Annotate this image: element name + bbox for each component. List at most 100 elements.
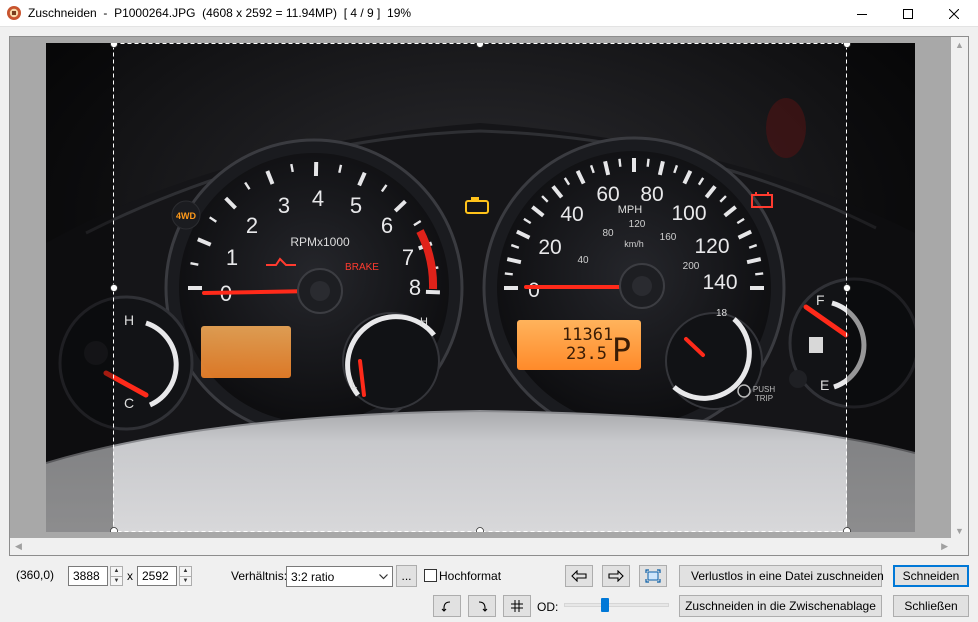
maximize-button[interactable] <box>885 0 931 27</box>
ratio-label: Verhältnis: <box>231 569 288 583</box>
lossless-crop-label: Verlustlos in eine Datei zuschneiden <box>691 569 884 583</box>
tach-8: 8 <box>409 275 421 300</box>
trip-value: 23.5 <box>566 344 607 364</box>
tach-lcd <box>201 326 291 378</box>
mph-label: MPH <box>618 204 643 216</box>
portrait-label: Hochformat <box>439 569 502 583</box>
speed-0: 0 <box>528 279 540 302</box>
tach-5: 5 <box>350 193 362 218</box>
gauge-tick <box>646 158 650 167</box>
scroll-left-icon[interactable]: ◀ <box>15 542 22 551</box>
oil-high: H <box>420 316 428 328</box>
speed-100: 100 <box>671 202 706 225</box>
width-spinner[interactable]: ▲ ▼ <box>110 566 123 586</box>
speed-60: 60 <box>596 183 619 206</box>
portrait-checkbox[interactable] <box>424 569 437 582</box>
dashboard-photo: 0 1 2 3 4 5 6 7 8 RPMx1000 BRAKE <box>46 43 915 532</box>
next-image-button[interactable] <box>602 565 630 587</box>
odometer-value: 11361 <box>562 325 613 345</box>
tachometer: 0 1 2 3 4 5 6 7 8 RPMx1000 BRAKE <box>164 138 464 438</box>
od-label: OD: <box>537 600 559 614</box>
oil-low: L <box>351 379 357 391</box>
gauge-tick <box>618 158 622 167</box>
scroll-corner <box>951 538 968 555</box>
close-icon <box>949 8 959 19</box>
kmh-label: km/h <box>624 239 644 249</box>
od-slider-thumb[interactable] <box>600 598 609 612</box>
ratio-select[interactable]: 3:2 ratio <box>286 566 393 587</box>
image-canvas[interactable]: 0 1 2 3 4 5 6 7 8 RPMx1000 BRAKE <box>9 36 969 556</box>
fuel-empty: E <box>820 377 829 393</box>
rotate-left-button[interactable] <box>433 595 461 617</box>
crop-to-clipboard-button[interactable]: Zuschneiden in die Zwischenablage <box>679 595 882 617</box>
kmh-120: 120 <box>629 219 646 230</box>
rotate-right-button[interactable] <box>468 595 496 617</box>
arrow-right-icon <box>608 570 624 582</box>
ratio-select-value: 3:2 ratio <box>291 569 335 584</box>
kmh-40: 40 <box>577 255 589 266</box>
tach-7: 7 <box>402 245 414 270</box>
rotate-right-icon <box>478 601 488 612</box>
width-input[interactable]: 3888 <box>68 566 108 586</box>
title-bar: Zuschneiden - P1000264.JPG (4608 x 2592 … <box>0 0 978 27</box>
brake-label: BRAKE <box>345 262 379 273</box>
gauge-tick <box>755 272 764 276</box>
vertical-scrollbar[interactable]: ▲ ▼ <box>951 37 968 540</box>
push-label: PUSH <box>753 385 775 394</box>
spin-up-icon[interactable]: ▲ <box>111 567 122 576</box>
tach-1: 1 <box>226 245 238 270</box>
horizontal-scrollbar[interactable]: ◀ ▶ <box>10 538 953 555</box>
scroll-up-icon[interactable]: ▲ <box>955 41 964 50</box>
speed-120: 120 <box>694 235 729 258</box>
temp-low: C <box>124 395 134 411</box>
gauge-tick <box>504 272 513 276</box>
speed-140: 140 <box>702 271 737 294</box>
gauge-tick <box>290 163 294 173</box>
fit-selection-icon <box>645 569 661 583</box>
window-title: Zuschneiden - P1000264.JPG (4608 x 2592 … <box>28 6 412 20</box>
scroll-down-icon[interactable]: ▼ <box>955 527 964 536</box>
kmh-80: 80 <box>602 228 614 239</box>
four-wd-indicator: 4WD <box>176 211 197 221</box>
temp-high: H <box>124 312 134 328</box>
minimize-icon <box>857 13 867 15</box>
ratio-more-button[interactable]: ... <box>396 565 417 587</box>
tach-3: 3 <box>278 193 290 218</box>
od-slider[interactable] <box>564 603 669 607</box>
arrow-left-icon <box>571 570 587 582</box>
height-input[interactable]: 2592 <box>137 566 177 586</box>
spin-down-icon[interactable]: ▼ <box>111 575 122 586</box>
close-button[interactable]: Schließen <box>893 595 969 617</box>
height-spinner[interactable]: ▲ ▼ <box>179 566 192 586</box>
lossless-crop-button[interactable]: Verlustlos in eine Datei zuschneiden <box>679 565 884 587</box>
maximize-icon <box>903 8 913 19</box>
rpm-label: RPMx1000 <box>290 235 350 249</box>
minimize-button[interactable] <box>839 0 885 27</box>
grid-icon <box>511 600 523 612</box>
chevron-down-icon <box>379 573 388 579</box>
rotate-left-icon <box>441 601 451 612</box>
spin-up-icon[interactable]: ▲ <box>180 567 191 576</box>
gauge-tick <box>190 261 199 266</box>
spin-down-icon[interactable]: ▼ <box>180 575 191 586</box>
close-window-button[interactable] <box>931 0 977 27</box>
crop-app-icon[interactable] <box>6 5 22 21</box>
speed-80: 80 <box>640 183 663 206</box>
crop-button[interactable]: Schneiden <box>893 565 969 587</box>
grid-button[interactable] <box>503 595 531 617</box>
scroll-right-icon[interactable]: ▶ <box>941 542 948 551</box>
coordinates-readout: (360,0) <box>16 568 55 582</box>
speed-20: 20 <box>538 236 561 259</box>
gear-indicator: P <box>612 331 631 369</box>
previous-image-button[interactable] <box>565 565 593 587</box>
gauge-tick <box>338 164 343 173</box>
tach-6: 6 <box>381 213 393 238</box>
tach-4: 4 <box>312 186 324 211</box>
kmh-200: 200 <box>683 261 700 272</box>
photo: 0 1 2 3 4 5 6 7 8 RPMx1000 BRAKE <box>46 43 915 532</box>
fuel-pump-icon <box>809 337 823 353</box>
tach-2: 2 <box>246 213 258 238</box>
trip-label: TRIP <box>755 394 773 403</box>
fit-selection-button[interactable] <box>639 565 667 587</box>
kmh-160: 160 <box>660 232 677 243</box>
